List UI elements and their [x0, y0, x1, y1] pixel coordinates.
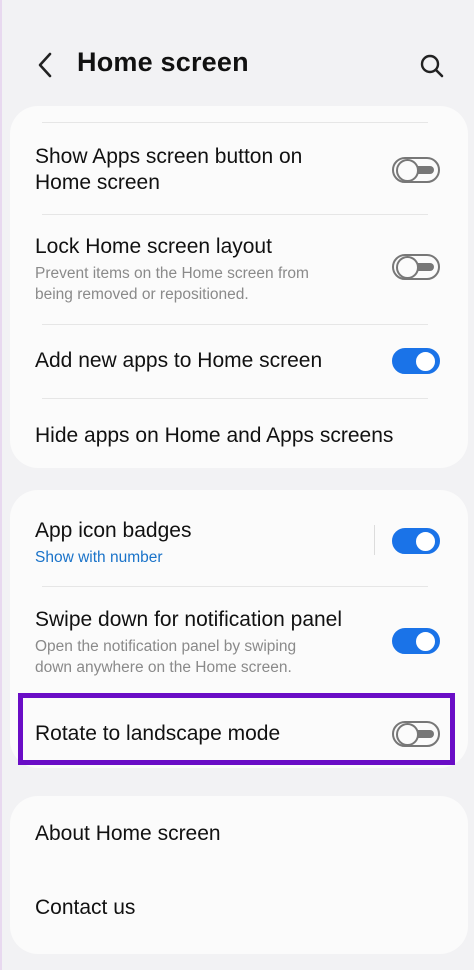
setting-title: Swipe down for notification panel	[35, 608, 343, 631]
app-icon-badges-toggle[interactable]	[392, 528, 440, 554]
setting-title: Add new apps to Home screen	[35, 349, 323, 372]
setting-description: Prevent items on the Home screen from	[35, 265, 309, 282]
setting-app-icon-badges[interactable]: App icon badges Show with number	[10, 490, 468, 586]
setting-title: App icon badges	[35, 519, 192, 542]
setting-show-apps-button[interactable]: Show Apps screen button on Home screen	[10, 122, 468, 214]
toggle-knob	[414, 529, 437, 553]
setting-title-line2: Home screen	[35, 171, 160, 194]
toggle-knob	[396, 158, 419, 182]
setting-description: Open the notification panel by swiping	[35, 638, 297, 655]
chevron-left-icon	[38, 52, 52, 78]
lock-layout-toggle[interactable]	[392, 254, 440, 280]
page-title: Home screen	[77, 47, 249, 77]
setting-contact-us[interactable]: Contact us	[10, 872, 468, 948]
setting-lock-layout[interactable]: Lock Home screen layout Prevent items on…	[10, 214, 468, 324]
setting-add-new-apps[interactable]: Add new apps to Home screen	[10, 324, 468, 398]
app-bar: Home screen	[2, 0, 474, 120]
setting-about-home-screen[interactable]: About Home screen	[10, 796, 468, 872]
show-apps-button-toggle[interactable]	[392, 157, 440, 183]
setting-title: Show Apps screen button on	[35, 145, 303, 168]
vertical-separator	[374, 525, 375, 555]
setting-swipe-down-notification[interactable]: Swipe down for notification panel Open t…	[10, 586, 468, 690]
toggle-knob	[414, 629, 437, 653]
setting-hide-apps[interactable]: Hide apps on Home and Apps screens	[10, 398, 468, 468]
toggle-knob	[396, 255, 419, 279]
search-button[interactable]	[414, 48, 450, 84]
setting-title: Hide apps on Home and Apps screens	[35, 424, 394, 447]
settings-group-layout: Show Apps screen button on Home screen L…	[10, 106, 468, 468]
setting-title: Contact us	[35, 896, 136, 919]
setting-value: Show with number	[35, 549, 163, 566]
setting-description-line2: being removed or repositioned.	[35, 286, 249, 303]
add-new-apps-toggle[interactable]	[392, 348, 440, 374]
highlight-box	[18, 693, 455, 765]
swipe-down-notification-toggle[interactable]	[392, 628, 440, 654]
settings-screen: Home screen Show Apps screen button on H…	[0, 0, 474, 970]
setting-title: Lock Home screen layout	[35, 235, 272, 258]
toggle-knob	[414, 349, 437, 373]
setting-description-line2: down anywhere on the Home screen.	[35, 659, 292, 676]
setting-title: About Home screen	[35, 822, 221, 845]
search-icon	[420, 54, 444, 78]
settings-group-info: About Home screen Contact us	[10, 796, 468, 954]
back-button[interactable]	[28, 46, 62, 84]
